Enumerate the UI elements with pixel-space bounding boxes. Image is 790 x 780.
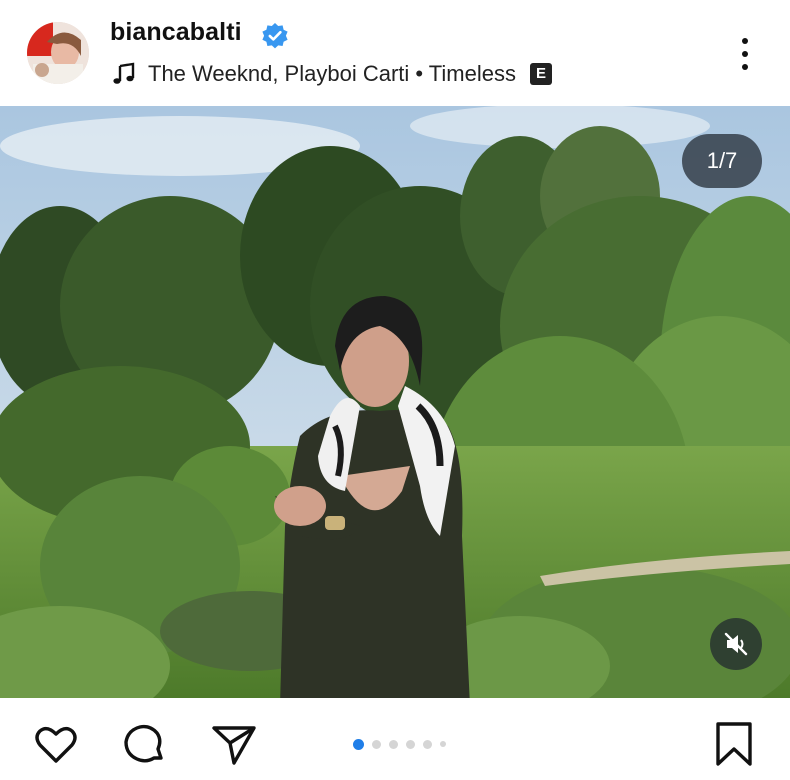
verified-badge-icon — [262, 23, 288, 49]
muted-speaker-icon — [724, 632, 748, 656]
media-counter: 1/7 — [682, 134, 762, 188]
send-icon[interactable] — [210, 720, 258, 768]
post-header: biancabalti The Weeknd, Playboi Carti • … — [0, 0, 790, 106]
carousel-indicator — [353, 738, 454, 750]
heart-icon[interactable] — [32, 720, 80, 768]
post-image[interactable] — [0, 106, 790, 698]
carousel-dot — [423, 739, 432, 749]
carousel-dot — [406, 739, 415, 749]
username[interactable]: biancabalti — [110, 18, 242, 47]
bookmark-icon[interactable] — [710, 720, 758, 768]
explicit-badge: E — [530, 63, 552, 85]
carousel-dot — [440, 741, 446, 747]
carousel-dot-active — [353, 738, 364, 750]
carousel-dot — [372, 739, 381, 749]
song-title: The Weeknd, Playboi Carti • Timeless — [148, 61, 516, 86]
more-options-icon[interactable] — [733, 36, 757, 72]
music-note-icon — [113, 62, 135, 84]
music-attribution[interactable]: The Weeknd, Playboi Carti • Timeless E — [110, 59, 552, 89]
avatar[interactable] — [27, 22, 89, 84]
comment-icon[interactable] — [120, 720, 168, 768]
mute-button[interactable] — [710, 618, 762, 670]
carousel-dot — [389, 739, 398, 749]
